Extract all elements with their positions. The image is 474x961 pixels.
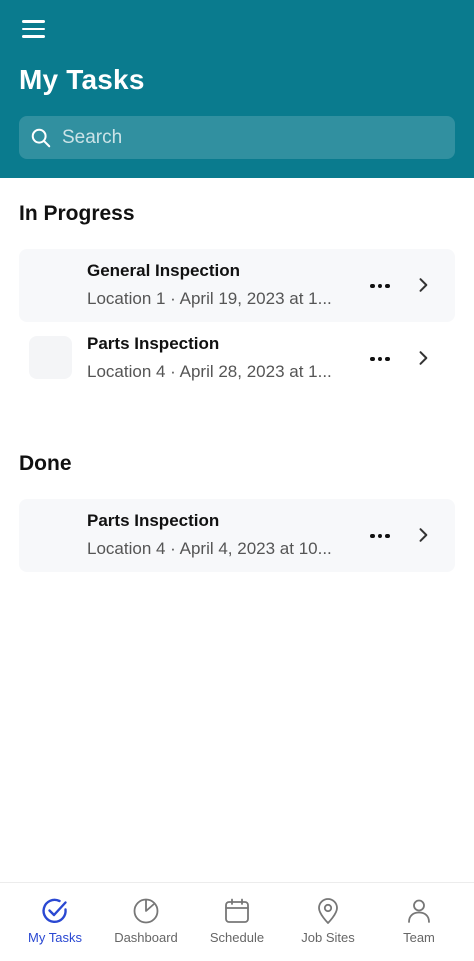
tab-label: Dashboard — [114, 930, 178, 945]
dot — [385, 283, 390, 289]
task-title: Parts Inspection — [87, 511, 220, 530]
task-title: General Inspection — [87, 261, 241, 280]
more-options-icon[interactable] — [367, 523, 393, 549]
tab-label: My Tasks — [28, 930, 82, 945]
chevron-right-icon[interactable] — [413, 275, 433, 295]
person-icon — [408, 899, 430, 923]
task-card[interactable]: Parts Inspection Location 4 · April 28, … — [19, 322, 455, 395]
dot — [377, 533, 383, 539]
app-header: My Tasks — [0, 0, 474, 178]
tab-label: Job Sites — [301, 930, 355, 945]
more-options-icon[interactable] — [367, 273, 393, 299]
menu-line — [22, 27, 45, 31]
pie-chart-icon — [133, 898, 159, 924]
tab-label: Team — [403, 930, 435, 945]
task-thumbnail — [29, 513, 72, 556]
dot — [377, 283, 383, 289]
task-thumbnail — [29, 336, 72, 379]
tab-label: Schedule — [209, 930, 265, 945]
dot — [370, 283, 375, 289]
dot — [377, 356, 383, 362]
section-title-done: Done — [19, 452, 72, 475]
task-subtitle: Location 1 · April 19, 2023 at 1... — [87, 289, 332, 308]
dot — [370, 533, 375, 539]
check-circle-icon — [42, 898, 67, 924]
chevron-right-icon[interactable] — [413, 525, 433, 545]
dot — [385, 533, 390, 539]
tab-dashboard[interactable]: Dashboard — [101, 883, 191, 961]
tab-my-tasks[interactable]: My Tasks — [10, 883, 100, 961]
dot — [385, 356, 390, 362]
more-options-icon[interactable] — [367, 346, 393, 372]
bottom-tab-bar: My Tasks Dashboard Schedule Job Sites Te… — [0, 882, 474, 960]
tab-job-sites[interactable]: Job Sites — [283, 883, 373, 961]
task-subtitle: Location 4 · April 4, 2023 at 10... — [87, 539, 332, 558]
hamburger-menu-icon[interactable] — [22, 17, 46, 41]
search-bar[interactable] — [19, 116, 455, 159]
calendar-icon — [225, 898, 249, 923]
task-subtitle: Location 4 · April 28, 2023 at 1... — [87, 362, 332, 381]
search-input[interactable] — [62, 116, 442, 159]
chevron-right-icon[interactable] — [413, 348, 433, 368]
tab-schedule[interactable]: Schedule — [192, 883, 282, 961]
task-thumbnail — [29, 263, 72, 306]
section-title-in-progress: In Progress — [19, 202, 135, 225]
task-title: Parts Inspection — [87, 334, 220, 353]
search-icon — [31, 128, 51, 148]
task-card[interactable]: Parts Inspection Location 4 · April 4, 2… — [19, 499, 455, 572]
menu-line — [22, 35, 45, 38]
page-title: My Tasks — [19, 64, 145, 95]
task-card[interactable]: General Inspection Location 1 · April 19… — [19, 249, 455, 322]
map-pin-icon — [318, 898, 338, 924]
menu-line — [22, 20, 45, 23]
tab-team[interactable]: Team — [374, 883, 464, 961]
dot — [370, 356, 375, 362]
